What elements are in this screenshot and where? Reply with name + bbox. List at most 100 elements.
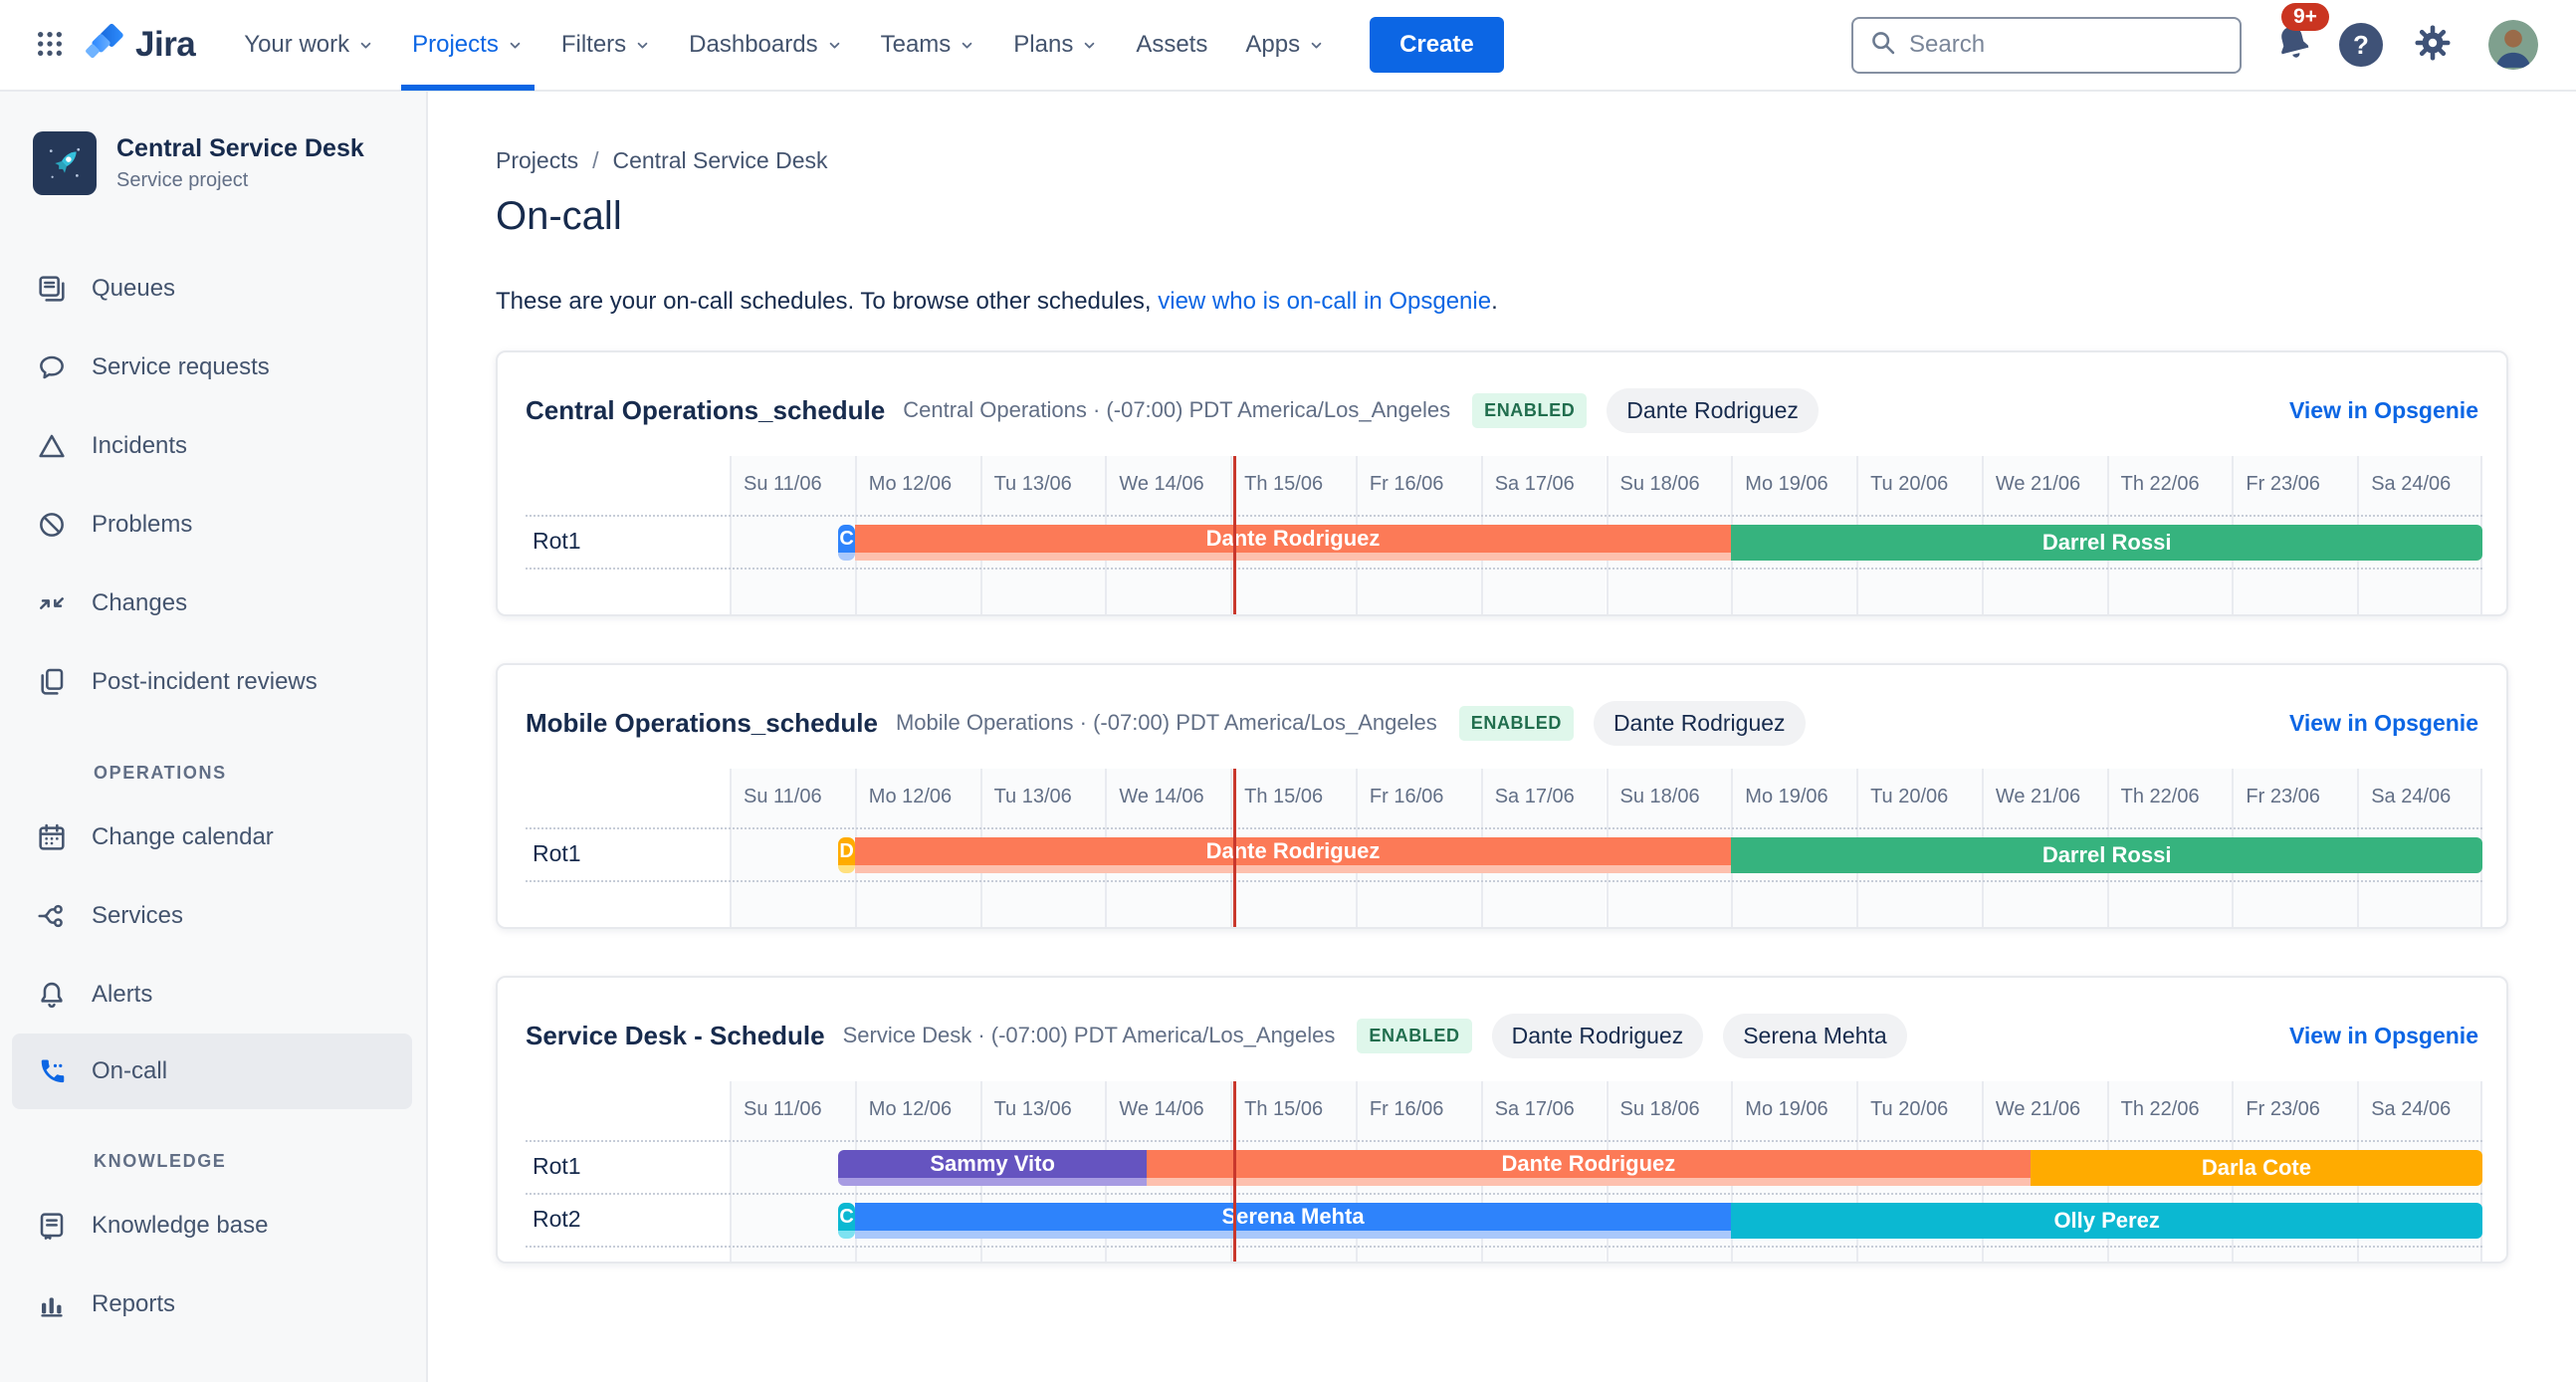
sidebar-item-services[interactable]: Services <box>0 876 426 955</box>
oncall-bar[interactable]: Serena Mehta <box>854 1202 1732 1239</box>
oncall-person-chip[interactable]: Dante Rodriguez <box>1607 387 1819 433</box>
view-in-opsgenie-link[interactable]: View in Opsgenie <box>2289 1023 2478 1049</box>
oncall-bar[interactable]: Dante Rodriguez <box>1146 1149 2031 1186</box>
oncall-person-chip[interactable]: Dante Rodriguez <box>1491 1013 1704 1058</box>
nav-item-projects[interactable]: Projects <box>393 0 542 91</box>
help-icon: ? <box>2339 23 2383 67</box>
breadcrumb-project-name[interactable]: Central Service Desk <box>612 147 827 174</box>
app-switcher-button[interactable] <box>26 21 74 69</box>
day-label: Th 15/06 <box>1244 1098 1324 1120</box>
day-label: Th 22/06 <box>2120 786 2200 807</box>
oncall-bar[interactable]: Dante Rodriguez <box>854 836 1732 873</box>
sidebar-item-incidents[interactable]: Incidents <box>0 406 426 485</box>
oncall-chip[interactable]: C <box>838 524 855 561</box>
sidebar-item-label: Alerts <box>92 980 153 1008</box>
schedule-meta: Service Desk · (-07:00) PDT America/Los_… <box>842 1023 1336 1047</box>
oncall-bar[interactable]: Darrel Rossi <box>1731 524 2482 561</box>
incidents-icon <box>36 430 68 462</box>
user-avatar[interactable] <box>2488 20 2538 70</box>
nav-item-label: Filters <box>560 31 627 58</box>
row-separator <box>526 1140 2482 1142</box>
nav-item-dashboards[interactable]: Dashboards <box>670 0 861 91</box>
day-label: Su 18/06 <box>1619 786 1700 807</box>
sidebar-item-label: Knowledge base <box>92 1211 269 1239</box>
oncall-bar-label: Darrel Rossi <box>2041 529 2172 555</box>
sidebar-item-alerts[interactable]: Alerts <box>0 955 426 1034</box>
day-label: Th 15/06 <box>1244 786 1324 807</box>
day-label: Fr 23/06 <box>2246 473 2320 495</box>
breadcrumb-projects[interactable]: Projects <box>496 147 578 174</box>
nav-item-your-work[interactable]: Your work <box>225 0 393 91</box>
primary-nav: Your work Projects Filters Dashboards Teams P… <box>225 0 1344 91</box>
day-label: Tu 13/06 <box>993 786 1072 807</box>
schedule-card-mobile-operations-schedule: Mobile Operations_schedule Mobile Operati… <box>496 663 2508 929</box>
view-in-opsgenie-link[interactable]: View in Opsgenie <box>2289 710 2478 737</box>
notifications-button[interactable]: 9+ <box>2271 2 2329 70</box>
oncall-bar-label: Dante Rodriguez <box>1501 1150 1676 1176</box>
day-label: Fr 23/06 <box>2246 786 2320 807</box>
current-time-indicator <box>1232 456 1236 614</box>
schedule-meta: Mobile Operations · (-07:00) PDT America… <box>895 710 1437 735</box>
day-label: We 21/06 <box>1995 1098 2081 1120</box>
sidebar-item-label: Queues <box>92 274 176 302</box>
oncall-bar-label: Dante Rodriguez <box>1205 837 1381 863</box>
sidebar-item-reports[interactable]: Reports <box>0 1265 426 1343</box>
nav-item-apps[interactable]: Apps <box>1226 0 1344 91</box>
sidebar-nav: Queues Service requests Incidents Problems C… <box>0 249 426 1343</box>
sidebar-item-queues[interactable]: Queues <box>0 249 426 328</box>
day-label: Su 18/06 <box>1619 473 1700 495</box>
row-separator <box>526 515 2482 517</box>
oncall-bar[interactable]: Darla Cote <box>2030 1149 2482 1186</box>
search-input[interactable] <box>1909 31 2208 59</box>
sidebar-item-post-incident-reviews[interactable]: Post-incident reviews <box>0 642 426 721</box>
global-search[interactable] <box>1851 16 2242 74</box>
row-separator <box>526 827 2482 829</box>
on-call-icon <box>36 1055 68 1087</box>
oncall-bar[interactable]: Dante Rodriguez <box>854 524 1732 561</box>
breadcrumb-separator: / <box>592 147 599 173</box>
sidebar-item-problems[interactable]: Problems <box>0 485 426 564</box>
row-separator <box>526 568 2482 570</box>
day-label: Mo 19/06 <box>1745 1098 1828 1120</box>
day-label: Sa 17/06 <box>1494 786 1575 807</box>
rotation-label: Rot1 <box>533 528 581 554</box>
sidebar-item-on-call[interactable]: On-call <box>12 1034 412 1109</box>
schedule-card-header: Central Operations_schedule Central Opera… <box>526 352 2478 456</box>
nav-item-plans[interactable]: Plans <box>994 0 1117 91</box>
oncall-person-chip[interactable]: Serena Mehta <box>1723 1013 1907 1058</box>
help-button[interactable]: ? <box>2337 21 2385 69</box>
oncall-person-chip[interactable]: Dante Rodriguez <box>1593 700 1806 746</box>
sidebar-item-label: Change calendar <box>92 822 274 850</box>
sidebar-item-changes[interactable]: Changes <box>0 564 426 642</box>
jira-logo-text: Jira <box>135 25 196 64</box>
oncall-bar[interactable]: Darrel Rossi <box>1731 836 2482 873</box>
oncall-chip[interactable]: C <box>838 1202 855 1239</box>
oncall-chip[interactable]: D <box>838 836 855 873</box>
nav-item-teams[interactable]: Teams <box>862 0 995 91</box>
nav-item-label: Your work <box>244 31 350 58</box>
day-column: Su 11/06 <box>730 456 855 614</box>
breadcrumb: Projects / Central Service Desk <box>496 147 2508 174</box>
jira-logo[interactable]: Jira <box>84 21 196 70</box>
schedule-card-central-operations-schedule: Central Operations_schedule Central Opera… <box>496 350 2508 616</box>
sidebar-item-change-calendar[interactable]: Change calendar <box>0 798 426 876</box>
day-label: Tu 20/06 <box>1870 1098 1949 1120</box>
page-title: On-call <box>496 194 622 238</box>
opsgenie-browse-link[interactable]: view who is on-call in Opsgenie <box>1158 288 1491 315</box>
oncall-bar[interactable]: Sammy Vito <box>838 1149 1147 1186</box>
oncall-bar[interactable]: Olly Perez <box>1731 1202 2482 1239</box>
search-icon <box>1869 29 1897 62</box>
project-header[interactable]: Central Service Desk Service project <box>0 131 426 195</box>
rotation-label: Rot1 <box>533 1153 581 1179</box>
settings-button[interactable] <box>2409 21 2457 69</box>
sidebar-item-service-requests[interactable]: Service requests <box>0 328 426 406</box>
oncall-bar-label: Sammy Vito <box>930 1150 1055 1176</box>
sidebar-item-knowledge-base[interactable]: Knowledge base <box>0 1186 426 1265</box>
project-avatar <box>33 131 97 195</box>
day-label: Mo 12/06 <box>868 786 953 807</box>
nav-item-assets[interactable]: Assets <box>1117 0 1226 91</box>
knowledge-base-icon <box>36 1210 68 1242</box>
nav-item-filters[interactable]: Filters <box>542 0 670 91</box>
create-button[interactable]: Create <box>1370 17 1504 73</box>
view-in-opsgenie-link[interactable]: View in Opsgenie <box>2289 397 2478 424</box>
